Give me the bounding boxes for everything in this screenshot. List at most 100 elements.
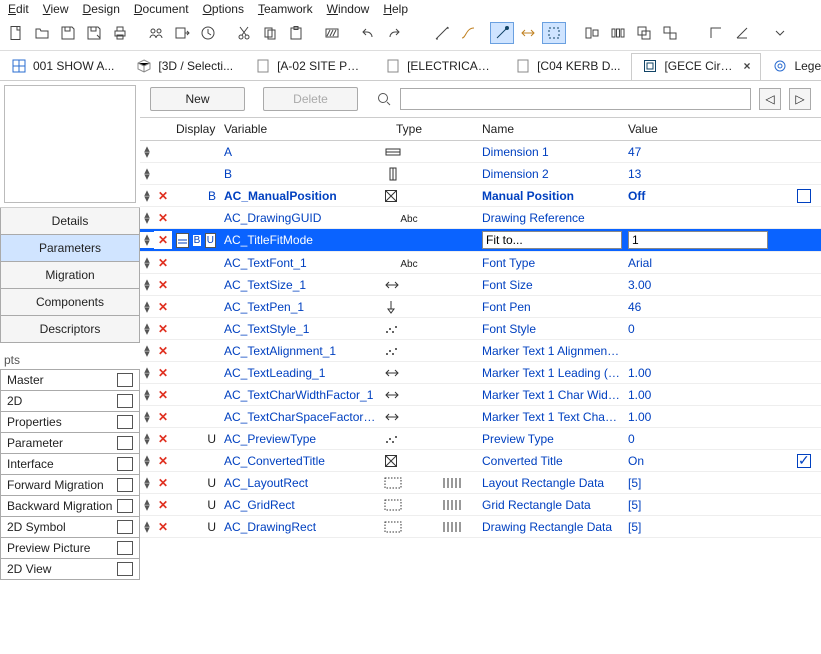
save-as-icon[interactable] (82, 22, 106, 44)
script-window-icon[interactable] (117, 457, 133, 471)
name-cell[interactable]: Dimension 2 (478, 165, 624, 183)
name-cell[interactable]: Font Pen (478, 298, 624, 316)
tab[interactable]: [C04 KERB D... (504, 53, 631, 80)
delete-row-icon[interactable] (154, 150, 172, 154)
name-cell[interactable]: Drawing Rectangle Data (478, 518, 624, 536)
menu-help[interactable]: Help (383, 2, 408, 16)
value-cell[interactable]: [5] (624, 518, 736, 536)
close-icon[interactable]: × (743, 59, 750, 73)
param-row[interactable]: ▴▾ADimension 147 (140, 141, 821, 163)
display-cell[interactable] (172, 172, 220, 176)
delete-row-icon[interactable]: ✕ (154, 276, 172, 294)
side-tab-details[interactable]: Details (0, 208, 140, 235)
tab[interactable]: Legends [Le... (761, 53, 821, 80)
display-opt-bold[interactable]: B (191, 233, 203, 248)
menu-teamwork[interactable]: Teamwork (258, 2, 313, 16)
reorder-handle[interactable]: ▴▾ (140, 475, 154, 491)
undo-icon[interactable] (356, 22, 380, 44)
display-cell[interactable]: U (172, 518, 220, 536)
value-cell[interactable] (624, 229, 736, 251)
display-cell[interactable] (172, 150, 220, 154)
print-icon[interactable] (108, 22, 132, 44)
delete-row-icon[interactable]: ✕ (154, 452, 172, 470)
script-item[interactable]: Forward Migration (0, 475, 140, 496)
param-row[interactable]: ▴▾✕AC_TextLeading_1Marker Text 1 Leading… (140, 362, 821, 384)
type-cell[interactable] (380, 298, 438, 316)
param-row[interactable]: ▴▾✕AC_TextFont_1AbcFont TypeArial (140, 252, 821, 274)
name-cell[interactable]: Grid Rectangle Data (478, 496, 624, 514)
name-cell[interactable]: Font Style (478, 320, 624, 338)
display-cell[interactable]: BU (172, 231, 220, 250)
name-cell[interactable]: Marker Text 1 Leading (d... (478, 364, 624, 382)
search-input[interactable] (400, 88, 751, 110)
type-cell[interactable] (380, 452, 438, 470)
variable-cell[interactable]: AC_LayoutRect (220, 474, 380, 492)
script-item[interactable]: Backward Migration (0, 496, 140, 517)
display-cell[interactable] (172, 305, 220, 309)
variable-cell[interactable]: AC_TextPen_1 (220, 298, 380, 316)
name-cell[interactable]: Marker Text 1 Alignment ... (478, 342, 624, 360)
snap-guide-icon[interactable] (516, 22, 540, 44)
value-cell[interactable]: [5] (624, 474, 736, 492)
tab[interactable]: [A-02 SITE PL... (244, 53, 374, 80)
dropdown-icon[interactable] (768, 22, 792, 44)
script-item[interactable]: Master (0, 369, 140, 391)
value-cell[interactable]: 47 (624, 143, 736, 161)
history-icon[interactable] (196, 22, 220, 44)
param-row[interactable]: ▴▾✕AC_ConvertedTitleConverted TitleOn (140, 450, 821, 472)
param-row[interactable]: ▴▾✕UAC_LayoutRectLayout Rectangle Data[5… (140, 472, 821, 494)
display-cell[interactable]: B (172, 187, 220, 205)
reorder-handle[interactable]: ▴▾ (140, 299, 154, 315)
reorder-handle[interactable]: ▴▾ (140, 277, 154, 293)
type-cell[interactable]: Abc (380, 209, 438, 227)
name-cell[interactable]: Dimension 1 (478, 143, 624, 161)
delete-button[interactable]: Delete (263, 87, 358, 111)
reorder-handle[interactable]: ▴▾ (140, 453, 154, 469)
align-icon[interactable] (580, 22, 604, 44)
type-cell[interactable] (380, 238, 438, 242)
reorder-handle[interactable]: ▴▾ (140, 210, 154, 226)
script-window-icon[interactable] (117, 520, 133, 534)
variable-cell[interactable]: AC_PreviewType (220, 430, 380, 448)
tab[interactable]: [GECE Circle ...× (631, 53, 761, 80)
param-row[interactable]: ▴▾✕UAC_DrawingRectDrawing Rectangle Data… (140, 516, 821, 538)
script-item[interactable]: Preview Picture (0, 538, 140, 559)
display-cell[interactable]: U (172, 496, 220, 514)
name-cell[interactable]: Marker Text 1 Char Widt... (478, 386, 624, 404)
type-cell[interactable]: Abc (380, 254, 438, 272)
type-cell[interactable] (380, 165, 438, 183)
type-cell[interactable] (380, 386, 438, 404)
display-opt-unique[interactable]: U (205, 233, 216, 248)
script-window-icon[interactable] (117, 373, 133, 387)
delete-row-icon[interactable]: ✕ (154, 386, 172, 404)
name-cell[interactable]: Converted Title (478, 452, 624, 470)
team-icon[interactable] (144, 22, 168, 44)
team-out-icon[interactable] (170, 22, 194, 44)
value-cell[interactable] (624, 216, 736, 220)
redo-icon[interactable] (382, 22, 406, 44)
script-item[interactable]: Interface (0, 454, 140, 475)
param-row[interactable]: ▴▾✕AC_TextSize_1Font Size3.00 (140, 274, 821, 296)
open-icon[interactable] (30, 22, 54, 44)
script-window-icon[interactable] (117, 394, 133, 408)
param-row[interactable]: ▴▾✕UAC_GridRectGrid Rectangle Data[5] (140, 494, 821, 516)
snap-point-icon[interactable] (490, 22, 514, 44)
reorder-handle[interactable]: ▴▾ (140, 188, 154, 204)
tab[interactable]: [ELECTRICAL ... (374, 53, 504, 80)
curve-icon[interactable] (456, 22, 480, 44)
name-cell[interactable]: Font Size (478, 276, 624, 294)
delete-row-icon[interactable]: ✕ (154, 474, 172, 492)
script-window-icon[interactable] (117, 436, 133, 450)
value-cell[interactable]: 1.00 (624, 408, 736, 426)
variable-cell[interactable]: AC_TextCharWidthFactor_1 (220, 386, 380, 404)
display-cell[interactable] (172, 216, 220, 220)
display-cell[interactable] (172, 459, 220, 463)
delete-row-icon[interactable]: ✕ (154, 320, 172, 338)
menu-document[interactable]: Document (134, 2, 189, 16)
side-tab-components[interactable]: Components (0, 289, 140, 316)
param-row[interactable]: ▴▾✕AC_TextCharWidthFactor_1Marker Text 1… (140, 384, 821, 406)
value-cell[interactable]: 1.00 (624, 364, 736, 382)
delete-row-icon[interactable]: ✕ (154, 408, 172, 426)
type-cell[interactable] (380, 431, 438, 447)
type-cell[interactable] (380, 364, 438, 382)
